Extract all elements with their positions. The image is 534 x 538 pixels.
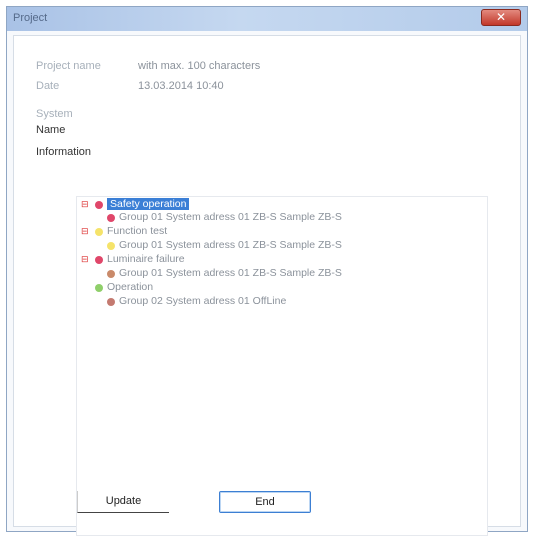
status-dot-icon [95,201,103,209]
tree-node-child[interactable]: Group 01 System adress 01 ZB-S Sample ZB… [81,211,481,225]
title-bar[interactable]: Project ✕ [7,7,527,31]
tree-node-label: Luminaire failure [107,253,185,265]
client-area: Project name with max. 100 characters Da… [13,35,521,536]
tree-node-label: Group 02 System adress 01 OffLine [119,295,287,307]
tree-node-child[interactable]: Group 01 System adress 01 ZB-S Sample ZB… [81,267,481,281]
project-name-value: with max. 100 characters [138,60,261,72]
tree-node-label: Group 01 System adress 01 ZB-S Sample ZB… [119,239,342,251]
status-dot-icon [95,256,103,264]
project-name-label: Project name [36,60,101,72]
status-dot-icon [95,284,103,292]
project-window: Project ✕ Project name with max. 100 cha… [6,6,528,536]
system-label: System [36,108,73,120]
tree-node-operation[interactable]: Operation [81,281,481,295]
update-button[interactable]: Update [77,491,169,513]
tree-node-safety-operation[interactable]: ⊟ Safety operation [81,198,481,212]
tree-node-child[interactable]: Group 01 System adress 01 ZB-S Sample ZB… [81,239,481,253]
tree-node-label: Group 01 System adress 01 ZB-S Sample ZB… [119,211,342,223]
collapse-icon[interactable]: ⊟ [81,255,90,264]
end-button[interactable]: End [219,491,311,513]
status-dot-icon [107,214,115,222]
close-button[interactable]: ✕ [481,9,521,26]
date-value: 13.03.2014 10:40 [138,80,224,92]
information-label: Information [36,146,92,158]
status-tree[interactable]: ⊟ Safety operation Group 01 System adres… [76,196,488,536]
tree-node-child[interactable]: Group 02 System adress 01 OffLine [81,295,481,309]
status-dot-icon [107,270,115,278]
status-dot-icon [95,228,103,236]
status-dot-icon [107,242,115,250]
status-dot-icon [107,298,115,306]
close-icon: ✕ [495,10,507,24]
tree-node-function-test[interactable]: ⊟ Function test [81,225,481,239]
collapse-icon[interactable]: ⊟ [81,227,90,236]
window-title: Project [13,12,48,24]
date-label: Date [36,80,60,92]
name-label: Name [36,124,66,136]
collapse-icon[interactable]: ⊟ [81,200,90,209]
tree-node-label: Operation [107,281,154,293]
tree-node-luminaire-failure[interactable]: ⊟ Luminaire failure [81,253,481,267]
tree-node-label: Function test [107,225,168,237]
tree-node-label: Safety operation [107,198,190,210]
tree-node-label: Group 01 System adress 01 ZB-S Sample ZB… [119,267,342,279]
